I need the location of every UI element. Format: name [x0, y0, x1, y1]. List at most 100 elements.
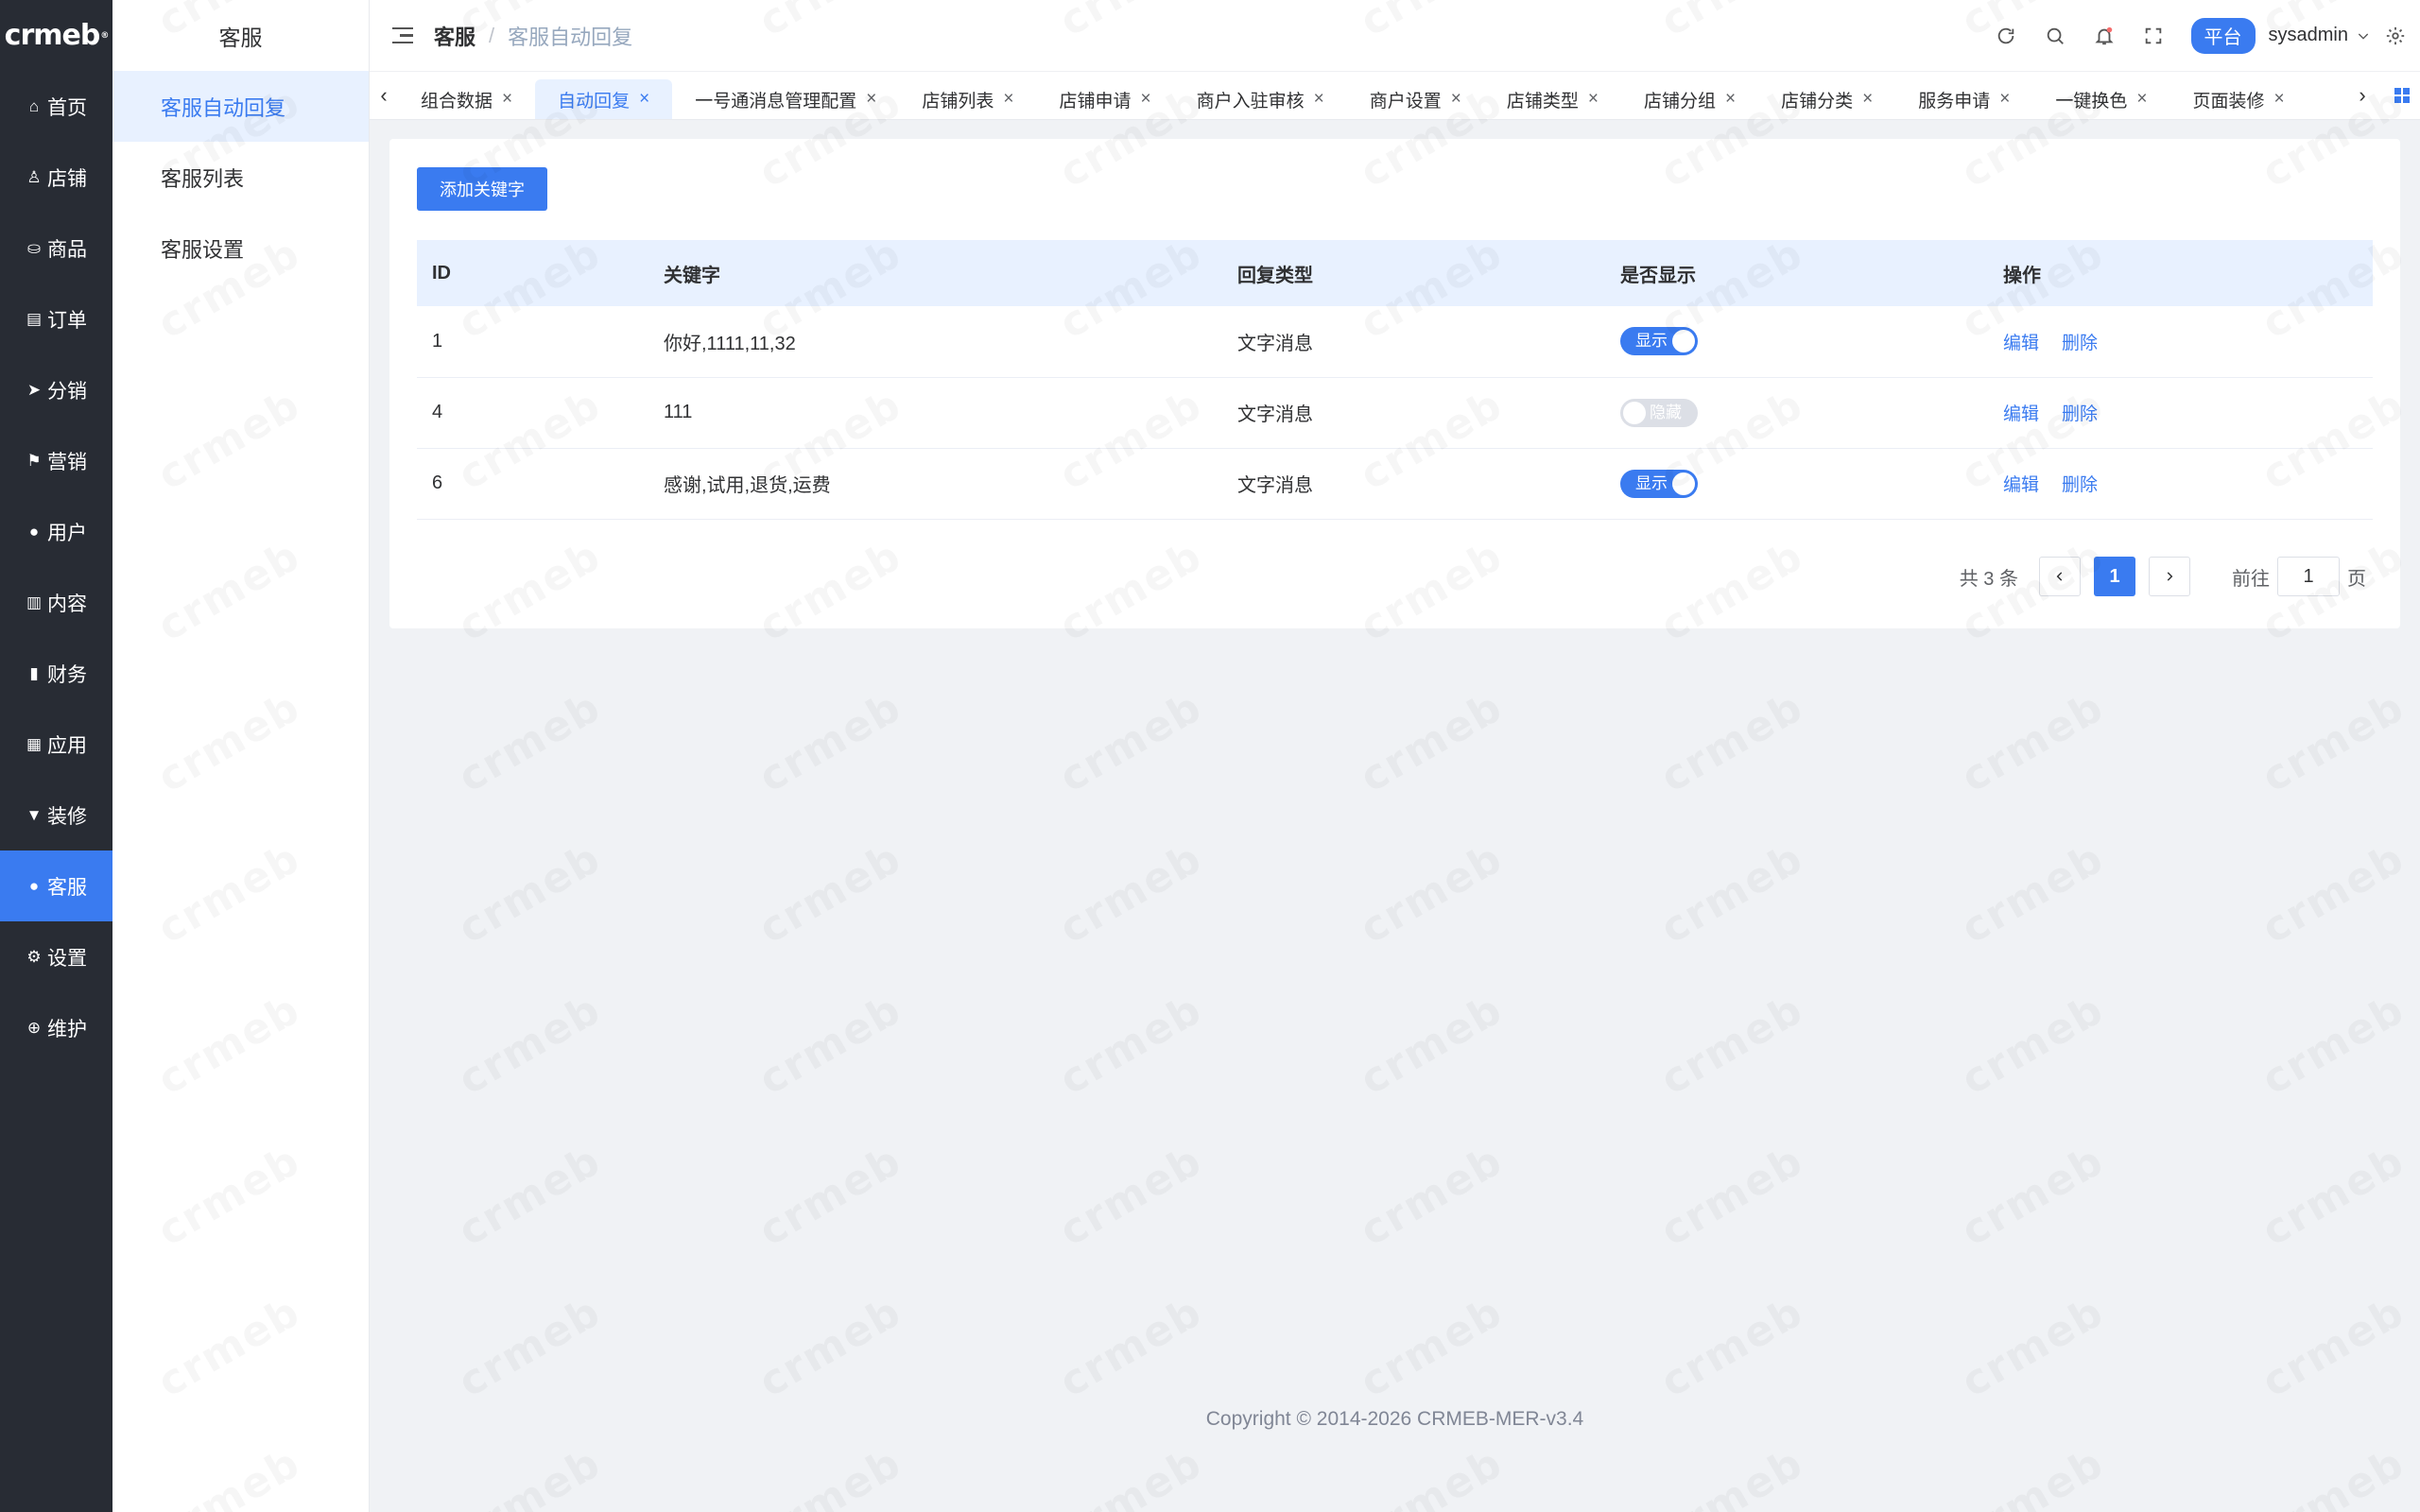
rail-item-8[interactable]: ▮ 财务: [0, 638, 112, 709]
close-icon[interactable]: ×: [1999, 89, 2010, 110]
col-header-keyword: 关键字: [664, 265, 720, 286]
rail-item-1[interactable]: ♙ 店铺: [0, 142, 112, 213]
close-icon[interactable]: ×: [1003, 89, 1013, 110]
next-page-button[interactable]: [2149, 557, 2190, 596]
tab-1[interactable]: 自动回复 ×: [535, 79, 673, 119]
show-toggle[interactable]: 显示: [1620, 327, 1698, 356]
brush-icon: ▼: [26, 806, 43, 824]
tab-9[interactable]: 店铺分类 ×: [1758, 79, 1895, 119]
delete-link[interactable]: 删除: [2062, 475, 2098, 495]
tab-5[interactable]: 商户入驻审核 ×: [1174, 79, 1347, 119]
goto-page-input[interactable]: 1: [2277, 557, 2340, 596]
close-icon[interactable]: ×: [1141, 89, 1151, 110]
cell-id: 4: [432, 402, 443, 422]
cell-reply-type: 文字消息: [1237, 333, 1313, 354]
close-icon[interactable]: ×: [639, 89, 649, 110]
close-icon[interactable]: ×: [1862, 89, 1873, 110]
tab-10[interactable]: 服务申请 ×: [1895, 79, 2032, 119]
rail-item-11[interactable]: ● 客服: [0, 850, 112, 921]
show-toggle[interactable]: 隐藏: [1620, 398, 1698, 427]
main-nav-rail: crmeb ® ⌂ 首页 ♙ 店铺 ⛀ 商品 ▤ 订单 ➤ 分销 ⚑ 营销 ● 用户 ▥ 内容 ▮ 财务 ▦ 应用 ▼ 装修…: [0, 0, 112, 1512]
rail-item-label: 商品: [47, 238, 87, 261]
rail-item-12[interactable]: ⚙ 设置: [0, 921, 112, 992]
tab-label: 商户设置: [1369, 91, 1442, 112]
tab-label: 店铺分组: [1644, 91, 1717, 112]
bell-icon[interactable]: [2080, 0, 2129, 71]
close-icon[interactable]: ×: [1725, 89, 1736, 110]
tab-4[interactable]: 店铺申请 ×: [1037, 79, 1174, 119]
rail-item-label: 客服: [47, 876, 87, 899]
rail-item-7[interactable]: ▥ 内容: [0, 567, 112, 638]
rail-item-5[interactable]: ⚑ 营销: [0, 425, 112, 496]
rail-item-3[interactable]: ▤ 订单: [0, 284, 112, 354]
subnav-title: 客服: [218, 25, 263, 50]
rail-item-4[interactable]: ➤ 分销: [0, 354, 112, 425]
collapse-menu-icon[interactable]: [392, 26, 413, 44]
app-logo[interactable]: crmeb ®: [0, 0, 112, 71]
subnav-item-1[interactable]: 客服列表: [112, 142, 369, 213]
table-row: 1 你好,1111,11,32 文字消息 显示 编辑 删除: [417, 306, 2373, 377]
tab-label: 一号通消息管理配置: [695, 91, 857, 112]
fullscreen-icon[interactable]: [2129, 0, 2178, 71]
col-header-actions: 操作: [2003, 265, 2041, 286]
clipboard-icon: ▤: [26, 310, 43, 328]
rail-item-label: 内容: [47, 593, 87, 615]
tab-0[interactable]: 组合数据 ×: [398, 79, 535, 119]
prev-page-button[interactable]: [2039, 557, 2081, 596]
user-menu[interactable]: sysadmin: [2269, 25, 2371, 46]
close-icon[interactable]: ×: [1588, 89, 1599, 110]
show-toggle[interactable]: 显示: [1620, 469, 1698, 498]
edit-link[interactable]: 编辑: [2003, 334, 2039, 353]
tab-7[interactable]: 店铺类型 ×: [1484, 79, 1621, 119]
tab-12[interactable]: 页面装修 ×: [2170, 79, 2308, 119]
close-icon[interactable]: ×: [1451, 89, 1461, 110]
rail-item-label: 设置: [47, 947, 87, 970]
breadcrumb-parent[interactable]: 客服: [434, 21, 475, 51]
tab-label: 自动回复: [558, 91, 631, 112]
tab-6[interactable]: 商户设置 ×: [1347, 79, 1484, 119]
footer-copyright: Copyright © 2014-2026 CRMEB-MER-v3.4: [1205, 1408, 1584, 1430]
platform-button[interactable]: 平台: [2190, 17, 2256, 54]
cell-keyword: 111: [664, 402, 693, 422]
home-icon: ⌂: [28, 97, 40, 115]
tab-8[interactable]: 店铺分组 ×: [1621, 79, 1758, 119]
close-icon[interactable]: ×: [2274, 89, 2285, 110]
refresh-icon[interactable]: [1981, 0, 2031, 71]
add-keyword-button[interactable]: 添加关键字: [417, 167, 547, 211]
delete-link[interactable]: 删除: [2062, 334, 2098, 353]
cell-show: 隐藏: [1605, 377, 1988, 448]
tabs-scroll-left-icon[interactable]: ‹: [370, 72, 398, 119]
rail-item-label: 店铺: [47, 167, 87, 190]
search-icon[interactable]: [2031, 0, 2080, 71]
bar-chart-icon: ▮: [29, 664, 39, 682]
close-icon[interactable]: ×: [502, 89, 512, 110]
subnav-item-2[interactable]: 客服设置: [112, 213, 369, 284]
rail-item-13[interactable]: ⊕ 维护: [0, 992, 112, 1063]
username: sysadmin: [2268, 25, 2348, 45]
rail-item-6[interactable]: ● 用户: [0, 496, 112, 567]
tab-3[interactable]: 店铺列表 ×: [899, 79, 1036, 119]
user-icon: ●: [28, 877, 40, 895]
tabs-menu-grid-icon[interactable]: [2383, 72, 2420, 119]
rail-item-9[interactable]: ▦ 应用: [0, 709, 112, 780]
rail-item-0[interactable]: ⌂ 首页: [0, 71, 112, 142]
page-number-current[interactable]: 1: [2094, 557, 2135, 596]
close-icon[interactable]: ×: [866, 89, 876, 110]
tab-2[interactable]: 一号通消息管理配置 ×: [672, 79, 899, 119]
subnav-item-0[interactable]: 客服自动回复: [112, 71, 369, 142]
rail-item-10[interactable]: ▼ 装修: [0, 780, 112, 850]
close-icon[interactable]: ×: [1314, 89, 1324, 110]
tab-label: 店铺类型: [1506, 91, 1579, 112]
delete-link[interactable]: 删除: [2062, 404, 2098, 424]
rail-item-label: 装修: [47, 805, 87, 828]
rail-item-2[interactable]: ⛀ 商品: [0, 213, 112, 284]
close-icon[interactable]: ×: [2136, 89, 2147, 110]
edit-link[interactable]: 编辑: [2003, 475, 2039, 495]
tab-11[interactable]: 一键换色 ×: [2032, 79, 2169, 119]
tabs-scroll-right-icon[interactable]: ›: [2348, 72, 2377, 119]
tab-label: 一键换色: [2055, 91, 2128, 112]
tabs-viewport: 组合数据 × 自动回复 × 一号通消息管理配置 × 店铺列表 × 店铺申请 × 商户入驻审核 × 商户设…: [398, 72, 2348, 119]
edit-link[interactable]: 编辑: [2003, 404, 2039, 424]
tab-label: 服务申请: [1918, 91, 1991, 112]
settings-gear-icon[interactable]: [2371, 0, 2420, 71]
